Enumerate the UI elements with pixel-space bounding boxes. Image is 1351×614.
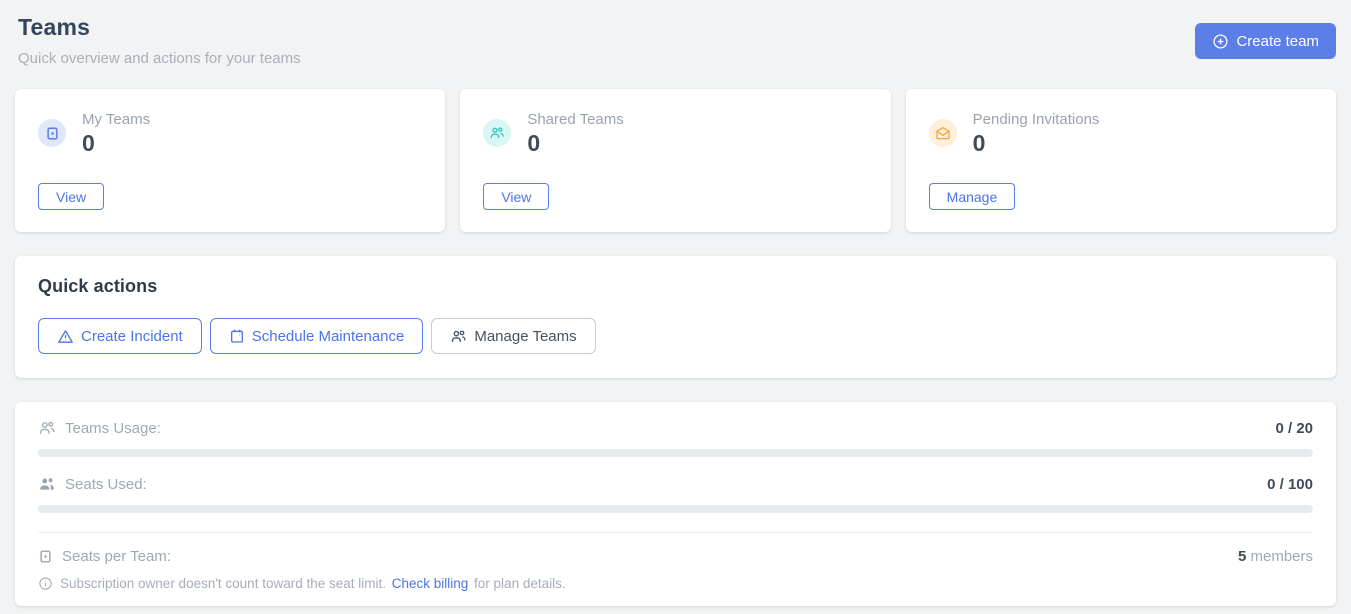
info-circle-icon [38, 576, 53, 591]
create-incident-button[interactable]: Create Incident [38, 318, 202, 354]
id-badge-icon [38, 119, 66, 147]
note-text-before: Subscription owner doesn't count toward … [60, 576, 390, 591]
seats-per-team-value: 5 members [1238, 548, 1313, 565]
usage-panel: Teams Usage: 0 / 20 Seats Used: 0 / 100 [15, 402, 1336, 606]
plus-circle-icon [1212, 33, 1229, 50]
users-icon [483, 119, 511, 147]
quick-actions-panel: Quick actions Create Incident Schedule M… [15, 256, 1336, 378]
seats-used-value: 0 / 100 [1267, 476, 1313, 493]
seat-limit-note: Subscription owner doesn't count toward … [38, 576, 1313, 591]
shared-teams-card: Shared Teams 0 View [460, 89, 890, 232]
id-badge-icon [38, 549, 53, 564]
users-outline-icon [38, 419, 56, 437]
page-title: Teams [15, 14, 301, 41]
create-team-label: Create team [1236, 33, 1319, 50]
note-text-after: for plan details. [470, 576, 565, 591]
manage-teams-label: Manage Teams [474, 328, 576, 345]
teams-usage-progressbar [38, 449, 1313, 457]
seats-used-label: Seats Used: [65, 476, 147, 493]
calendar-icon [229, 328, 245, 344]
envelope-open-icon [929, 119, 957, 147]
card-label: Shared Teams [527, 111, 623, 128]
my-teams-view-button[interactable]: View [38, 183, 104, 210]
seats-per-team-label: Seats per Team: [62, 548, 171, 565]
quick-actions-title: Quick actions [38, 276, 1313, 297]
teams-usage-row: Teams Usage: 0 / 20 [38, 419, 1313, 437]
users-icon [450, 328, 467, 345]
warning-triangle-icon [57, 328, 74, 345]
card-value: 0 [973, 132, 1100, 155]
card-label: My Teams [82, 111, 150, 128]
card-label: Pending Invitations [973, 111, 1100, 128]
seats-per-team-row: Seats per Team: 5 members [38, 548, 1313, 565]
users-filled-icon [38, 475, 56, 493]
manage-teams-button[interactable]: Manage Teams [431, 318, 595, 354]
pending-invitations-card: Pending Invitations 0 Manage [906, 89, 1336, 232]
seats-used-row: Seats Used: 0 / 100 [38, 475, 1313, 493]
check-billing-link[interactable]: Check billing [392, 576, 469, 591]
teams-page: Teams Quick overview and actions for you… [0, 0, 1351, 606]
page-header: Teams Quick overview and actions for you… [15, 14, 1336, 67]
teams-usage-value: 0 / 20 [1275, 420, 1313, 437]
card-value: 0 [82, 132, 150, 155]
stat-cards-row: My Teams 0 View Shared Teams 0 Vi [15, 89, 1336, 232]
schedule-maintenance-button[interactable]: Schedule Maintenance [210, 318, 424, 354]
quick-actions-buttons: Create Incident Schedule Maintenance [38, 318, 1313, 354]
page-header-text: Teams Quick overview and actions for you… [15, 14, 301, 67]
schedule-maintenance-label: Schedule Maintenance [252, 328, 405, 345]
shared-teams-view-button[interactable]: View [483, 183, 549, 210]
teams-usage-label: Teams Usage: [65, 420, 161, 437]
seats-used-progressbar [38, 505, 1313, 513]
create-incident-label: Create Incident [81, 328, 183, 345]
pending-invitations-manage-button[interactable]: Manage [929, 183, 1016, 210]
page-subtitle: Quick overview and actions for your team… [15, 50, 301, 67]
card-value: 0 [527, 132, 623, 155]
create-team-button[interactable]: Create team [1195, 23, 1336, 59]
divider [38, 532, 1313, 533]
my-teams-card: My Teams 0 View [15, 89, 445, 232]
